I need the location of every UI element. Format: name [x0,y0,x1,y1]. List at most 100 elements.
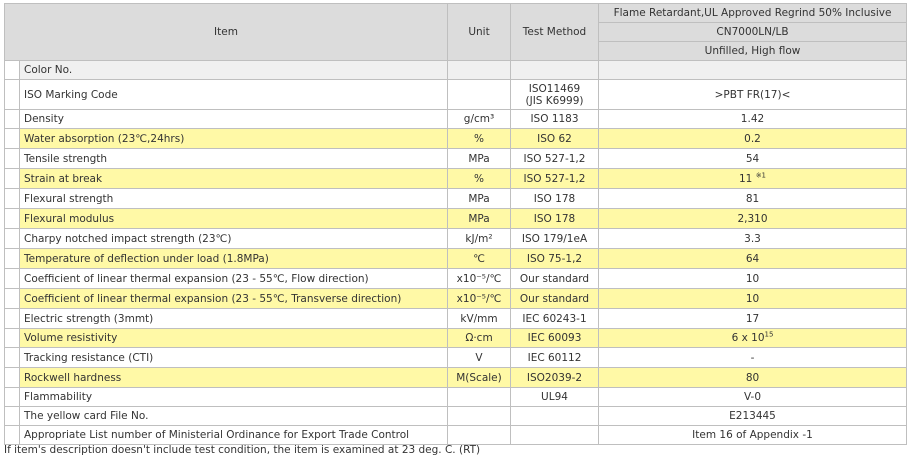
row-gutter [4,367,20,388]
row-value-text: 80 [745,371,760,384]
row-unit: MPa [447,208,511,229]
row-item: Temperature of deflection under load (1.… [19,248,448,269]
row-unit-text: x10⁻⁵/℃ [456,292,502,305]
row-item-text: Temperature of deflection under load (1.… [24,252,269,265]
row-unit: MPa [447,148,511,169]
row-method-text: ISO 75-1,2 [526,252,583,265]
row-value-text: Item 16 of Appendix -1 [692,429,813,441]
row-item: Color No. [19,60,448,80]
row-item-text: Charpy notched impact strength (23℃) [24,232,232,245]
row-method-text: ISO 1183 [530,113,579,125]
row-value: 1.42 [598,109,907,129]
row-item-text: Flammability [24,391,93,403]
row-method: UL94 [510,387,599,407]
footnote: If item's description doesn't include te… [4,444,481,456]
row-item: Appropriate List number of Ministerial O… [19,425,448,445]
row-gutter [4,79,20,110]
row-unit [447,60,511,80]
row-value-text: 6 x 10 [731,332,765,344]
row-unit: g/cm³ [447,109,511,129]
row-method-text: ISO 179/1eA [521,232,588,245]
row-value-text: 1.42 [740,113,765,125]
table-row: Flexural modulus MPa ISO 178 2,310 [4,208,907,229]
row-method: ISO 179/1eA [510,228,599,249]
row-unit: % [447,128,511,149]
row-item: ISO Marking Code [19,79,448,110]
row-item: Coefficient of linear thermal expansion … [19,288,448,309]
header-test-method: Test Method [510,3,599,61]
row-method-text: ISO 527-1,2 [523,172,586,185]
row-gutter [4,148,20,169]
row-value-text: 54 [745,152,760,165]
row-unit-text: kJ/m² [465,232,493,245]
table-row: Tracking resistance (CTI) V IEC 60112 - [4,347,907,368]
row-unit-text: MPa [468,212,490,225]
row-item-text: Tensile strength [24,152,108,165]
row-value-text: 0.2 [744,132,761,145]
header-unit: Unit [447,3,511,61]
row-unit-text: kV/mm [460,312,498,325]
row-method-text: ISO2039-2 [526,371,583,384]
row-value: 10 [598,268,907,289]
row-unit-text: ℃ [473,252,485,265]
row-item-text: Water absorption (23℃,24hrs) [24,132,185,145]
row-unit-text: Ω·cm [465,332,493,344]
row-item-text: Electric strength (3mmt) [24,312,154,325]
row-unit-text: MPa [468,152,490,165]
row-item-text: Strain at break [24,172,103,185]
row-unit-text: % [474,132,484,145]
row-value: 3.3 [598,228,907,249]
row-method: ISO11469 (JIS K6999) [510,79,599,110]
row-method: ISO 527-1,2 [510,168,599,189]
row-value-text: 81 [745,192,760,205]
table-row: Density g/cm³ ISO 1183 1.42 [4,109,907,129]
row-method-text: Our standard [519,272,590,285]
row-method-text: IEC 60243-1 [522,312,587,325]
row-unit [447,406,511,426]
row-value: 11 ※1 [598,168,907,189]
row-gutter [4,60,20,80]
row-unit-text: g/cm³ [463,113,495,125]
row-method: ISO 75-1,2 [510,248,599,269]
row-item-text: Volume resistivity [24,332,118,344]
row-unit [447,425,511,445]
row-value-text: 10 [745,292,760,305]
row-gutter [4,248,20,269]
row-method: ISO 178 [510,208,599,229]
row-value: 6 x 1015 [598,328,907,348]
row-unit: % [447,168,511,189]
row-value: 80 [598,367,907,388]
row-method: ISO 1183 [510,109,599,129]
row-value-text: 10 [745,272,760,285]
row-item-text: Flexural modulus [24,212,115,225]
row-gutter [4,228,20,249]
row-unit-text: MPa [468,192,490,205]
row-item: Rockwell hardness [19,367,448,388]
row-unit: M(Scale) [447,367,511,388]
row-item-text: Rockwell hardness [24,371,122,384]
row-method: IEC 60112 [510,347,599,368]
row-value-superscript: ※1 [755,171,767,179]
row-item: Tracking resistance (CTI) [19,347,448,368]
row-item: Flexural modulus [19,208,448,229]
row-value-superscript: 15 [764,330,774,339]
property-sheet: Item Unit Test Method Flame Retardant,UL… [0,0,911,465]
row-item: Water absorption (23℃,24hrs) [19,128,448,149]
table-row-color-no: Color No. [4,60,907,80]
row-item-text: Appropriate List number of Ministerial O… [24,429,410,441]
row-method-text: UL94 [541,391,568,403]
row-value-text: 3.3 [744,232,761,245]
row-item-text: Coefficient of linear thermal expansion … [24,292,402,305]
row-item: Coefficient of linear thermal expansion … [19,268,448,289]
row-method-line2: (JIS K6999) [525,94,584,107]
row-method-text: ISO 178 [533,212,576,225]
row-item: Electric strength (3mmt) [19,308,448,329]
table-row: Electric strength (3mmt) kV/mm IEC 60243-1… [4,308,907,329]
row-method: IEC 60093 [510,328,599,348]
row-unit: MPa [447,188,511,209]
row-method-text: IEC 60093 [527,332,582,344]
row-item: Volume resistivity [19,328,448,348]
table-row-iso-marking-code: ISO Marking Code ISO11469 (JIS K6999) >P… [4,79,907,110]
header-product-line: Flame Retardant,UL Approved Regrind 50% … [598,3,907,23]
row-method: IEC 60243-1 [510,308,599,329]
